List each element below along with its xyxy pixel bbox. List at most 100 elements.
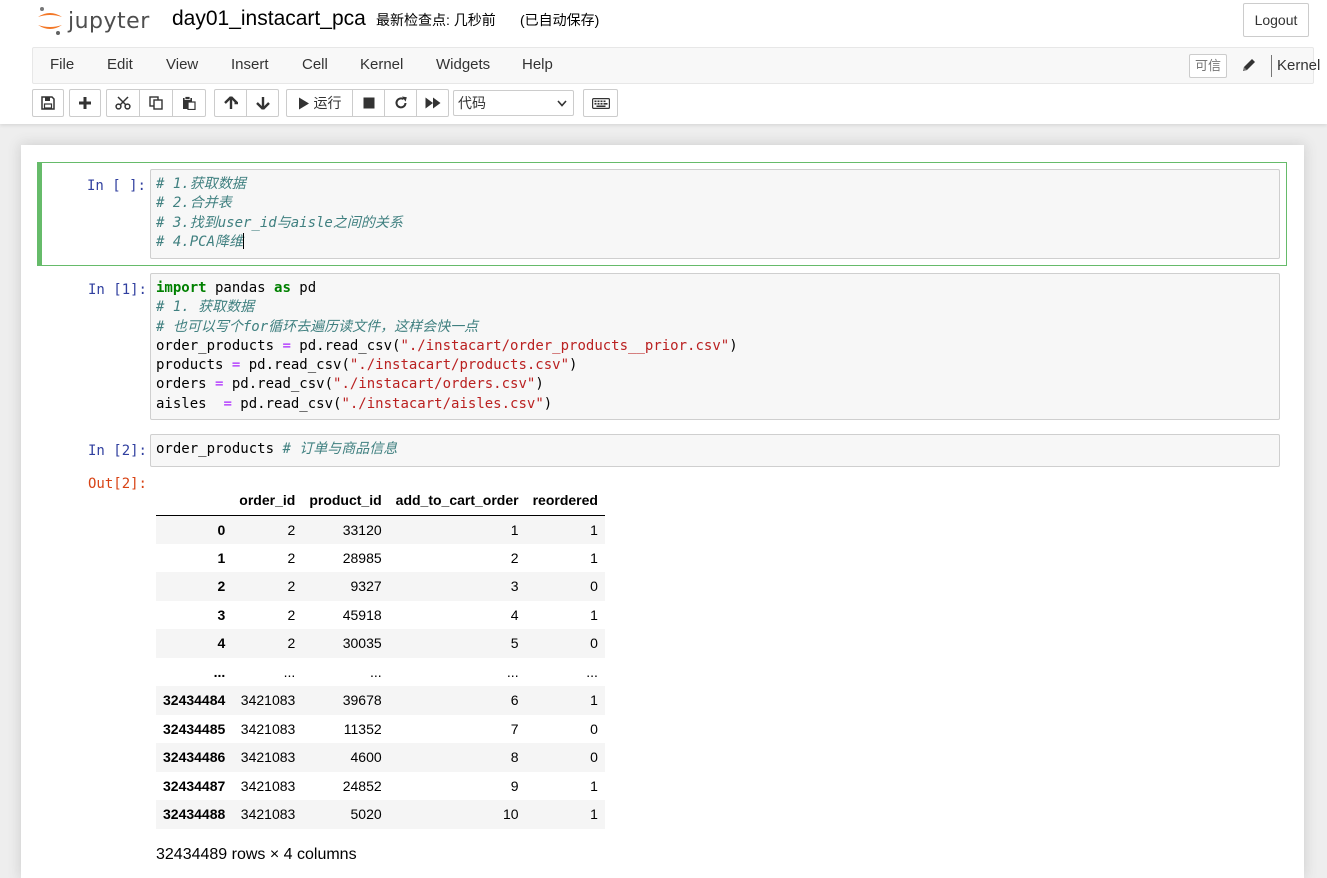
table-cell: 5	[510, 635, 519, 652]
table-row: 4 2 30035 5 0	[156, 629, 605, 658]
copy-button[interactable]	[139, 89, 173, 117]
command-palette-button[interactable]	[583, 89, 618, 117]
run-button[interactable]: 运行	[286, 89, 353, 117]
insert-cell-button[interactable]	[69, 89, 101, 117]
table-cell: 2	[287, 549, 296, 566]
menu-view[interactable]: View	[166, 48, 198, 83]
code-editor[interactable]: order_products # 订单与商品信息	[150, 434, 1280, 467]
table-cell: 4600	[350, 749, 382, 766]
code-cell[interactable]: In [1]: import pandas as pd # 1. 获取数据 # 也可…	[37, 273, 1287, 423]
menu-file[interactable]: File	[50, 48, 74, 83]
table-cell: 28985	[342, 549, 382, 566]
menu-edit[interactable]: Edit	[107, 48, 133, 83]
save-button[interactable]	[32, 89, 64, 117]
cell-type-select[interactable]: 代码	[453, 90, 574, 116]
code-line: orders = pd.read_csv("./instacart/orders…	[156, 376, 544, 393]
arrow-down-icon	[255, 97, 270, 110]
table-body: 0 2 33120 1 1 1 2 28985 2 1 2 2 9327 3 0 3 2 45918 4 1 4 2 300…	[156, 515, 605, 829]
chevron-down-icon	[557, 100, 567, 107]
jupyter-logo[interactable]: jupyter	[36, 6, 150, 36]
code-line: # 4.PCA降维	[156, 232, 245, 250]
input-prompt: In [2]:	[87, 443, 147, 459]
kernel-name[interactable]: Kernel	[1271, 55, 1320, 77]
table-cell: 2	[287, 578, 296, 595]
table-row: 32434488 3421083 5020 10 1	[156, 800, 605, 829]
code-editor[interactable]: # 1.获取数据 # 2.合并表 # 3.找到user_id与aisle之间的关系 #…	[150, 169, 1280, 259]
notebook-header: jupyter day01_instacart_pca 最新检查点: 几秒前 (…	[0, 0, 1327, 124]
code-cell-selected[interactable]: In [ ]: # 1.获取数据 # 2.合并表 # 3.找到user_id与ais…	[37, 162, 1287, 266]
code-line: import pandas as pd	[156, 280, 317, 296]
logout-button[interactable]: Logout	[1243, 3, 1309, 37]
scissors-icon	[115, 96, 131, 110]
code-line: order_products # 订单与商品信息	[156, 441, 398, 457]
row-index: 32434488	[163, 806, 226, 823]
table-cell: 3421083	[240, 692, 296, 709]
table-cell: 5020	[350, 806, 382, 823]
paste-button[interactable]	[172, 89, 206, 117]
dataframe-shape: 32434489 rows × 4 columns	[156, 846, 357, 863]
table-cell: 24852	[342, 777, 382, 794]
column-header: add_to_cart_order	[388, 485, 526, 516]
restart-run-all-button[interactable]	[416, 89, 449, 117]
table-cell: 9327	[350, 578, 382, 595]
table-cell: 1	[590, 521, 598, 538]
run-label: 运行	[313, 95, 342, 111]
output-prompt: Out[2]:	[87, 476, 147, 492]
table-cell: ...	[506, 663, 519, 680]
move-down-button[interactable]	[246, 89, 279, 117]
trusted-indicator[interactable]: 可信	[1189, 54, 1228, 78]
notebook-container: In [ ]: # 1.获取数据 # 2.合并表 # 3.找到user_id与ais…	[21, 145, 1304, 878]
pencil-icon[interactable]	[1241, 57, 1257, 73]
code-line: # 3.找到user_id与aisle之间的关系	[156, 214, 403, 231]
table-cell: 2	[510, 549, 519, 566]
table-cell: 3	[510, 578, 519, 595]
row-index: ...	[213, 663, 226, 680]
cell-type-value: 代码	[458, 95, 486, 111]
table-cell: 8	[510, 749, 519, 766]
table-cell: 3421083	[240, 720, 296, 737]
text-cursor	[243, 232, 245, 249]
table-cell: 1	[590, 606, 598, 623]
fast-forward-icon	[425, 97, 440, 109]
copy-icon	[149, 96, 163, 110]
row-index: 32434486	[163, 749, 226, 766]
notebook-title[interactable]: day01_instacart_pca	[172, 6, 366, 32]
column-header: order_id	[232, 485, 303, 516]
table-cell: 30035	[342, 635, 382, 652]
row-index: 0	[217, 521, 226, 538]
table-row: 32434486 3421083 4600 8 0	[156, 743, 605, 772]
code-line: order_products = pd.read_csv("./instacar…	[156, 337, 738, 354]
table-cell: 6	[510, 692, 519, 709]
table-cell: ...	[369, 663, 382, 680]
table-cell: 2	[287, 606, 296, 623]
table-cell: ...	[283, 663, 296, 680]
table-cell: 3421083	[240, 749, 296, 766]
table-cell: 1	[590, 549, 598, 566]
input-prompt: In [ ]:	[86, 178, 146, 194]
paste-icon	[183, 96, 196, 110]
menu-help[interactable]: Help	[522, 48, 553, 83]
save-icon	[41, 96, 55, 110]
table-cell: 1	[510, 521, 519, 538]
cut-button[interactable]	[106, 89, 140, 117]
interrupt-button[interactable]	[352, 89, 385, 117]
code-editor[interactable]: import pandas as pd # 1. 获取数据 # 也可以写个for循环…	[150, 273, 1280, 420]
menu-insert[interactable]: Insert	[231, 48, 269, 83]
stop-icon	[363, 97, 374, 109]
refresh-icon	[395, 96, 407, 109]
table-row: 32434487 3421083 24852 9 1	[156, 771, 605, 800]
restart-button[interactable]	[384, 89, 417, 117]
checkpoint-status: 最新检查点: 几秒前	[376, 12, 496, 28]
move-up-button[interactable]	[214, 89, 247, 117]
menu-kernel[interactable]: Kernel	[360, 48, 403, 83]
table-cell: 0	[590, 720, 598, 737]
input-prompt: In [1]:	[87, 282, 147, 298]
dataframe-table: order_id product_id add_to_cart_order re…	[156, 485, 605, 829]
table-cell: 7	[510, 720, 519, 737]
row-index: 2	[217, 578, 226, 595]
menu-widgets[interactable]: Widgets	[436, 48, 490, 83]
menu-cell[interactable]: Cell	[302, 48, 328, 83]
table-cell: 9	[510, 777, 519, 794]
row-index: 32434484	[163, 692, 226, 709]
menu-bar: File Edit View Insert Cell Kernel Widget…	[32, 47, 1320, 84]
